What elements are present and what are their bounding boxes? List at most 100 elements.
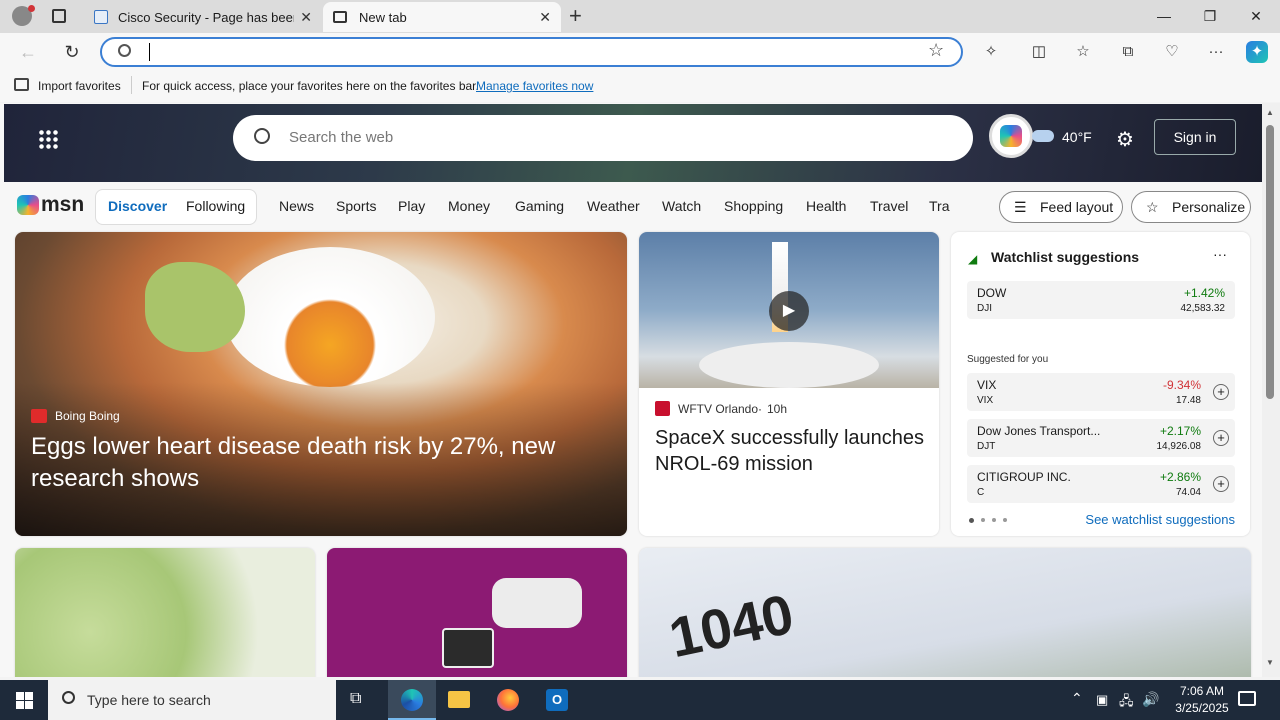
- tax-story-card[interactable]: 1040: [639, 548, 1251, 677]
- personalize-button[interactable]: ☆ Personalize: [1131, 191, 1251, 223]
- outlook-icon[interactable]: O: [546, 689, 568, 711]
- collections-icon[interactable]: ⧉: [1117, 41, 1139, 63]
- carousel-dot[interactable]: [1003, 518, 1007, 522]
- taskbar-search-box[interactable]: Type here to search: [48, 680, 336, 720]
- carousel-dots[interactable]: [969, 518, 1007, 523]
- nav-traffic[interactable]: Tra: [929, 198, 949, 214]
- close-tab-icon[interactable]: ✕: [539, 9, 551, 26]
- add-to-watchlist-icon[interactable]: +: [1213, 384, 1229, 400]
- address-bar[interactable]: ☆: [100, 37, 963, 67]
- tab-cisco-security[interactable]: Cisco Security - Page has been bl ✕: [84, 2, 322, 32]
- divider: [131, 76, 132, 94]
- carousel-dot[interactable]: [969, 518, 974, 523]
- nav-money[interactable]: Money: [448, 198, 490, 214]
- top-story-card[interactable]: Boing Boing Eggs lower heart disease dea…: [15, 232, 627, 536]
- settings-more-icon[interactable]: ···: [1205, 41, 1227, 63]
- page-scrollbar[interactable]: ▲ ▼: [1262, 103, 1280, 677]
- see-watchlist-suggestions-link[interactable]: See watchlist suggestions: [1085, 512, 1235, 527]
- nav-news[interactable]: News: [279, 198, 314, 214]
- tab-title: New tab: [359, 9, 407, 25]
- tab-new-tab[interactable]: New tab ✕: [323, 2, 561, 32]
- story-card-spacex[interactable]: ▶ WFTV Orlando · 10h SpaceX successfully…: [639, 232, 939, 536]
- search-input[interactable]: Search the web: [289, 129, 393, 146]
- clock-date[interactable]: 3/25/2025: [1166, 701, 1238, 715]
- notifications-icon[interactable]: [1238, 691, 1256, 706]
- watchlist-row-citigroup[interactable]: CITIGROUP INC. C +2.86% 74.04 +: [967, 465, 1235, 503]
- favorite-star-icon[interactable]: ☆: [928, 40, 944, 61]
- settings-gear-icon[interactable]: ⚙: [1116, 127, 1134, 152]
- hero-banner: Search the web 40°F ⚙ Sign in: [4, 104, 1262, 182]
- story-headline[interactable]: SpaceX successfully launches NROL-69 mis…: [655, 425, 930, 477]
- copilot-avatar-icon[interactable]: [989, 114, 1033, 158]
- stock-name: DOW: [977, 286, 1007, 300]
- browser-essentials-icon[interactable]: ♡: [1161, 41, 1183, 63]
- copilot-icon[interactable]: ✦: [1246, 41, 1268, 63]
- restore-button[interactable]: ❐: [1188, 4, 1232, 28]
- watchlist-row-dow[interactable]: DOW DJI +1.42% 42,583.32: [967, 281, 1235, 319]
- back-button[interactable]: ←: [17, 41, 39, 63]
- nav-shopping[interactable]: Shopping: [724, 198, 783, 214]
- refresh-button[interactable]: ↻: [61, 41, 83, 63]
- favorites-hint: For quick access, place your favorites h…: [142, 79, 479, 93]
- close-tab-icon[interactable]: ✕: [300, 9, 312, 26]
- nav-play[interactable]: Play: [398, 198, 425, 214]
- manage-favorites-link[interactable]: Manage favorites now: [476, 79, 593, 93]
- nav-weather[interactable]: Weather: [587, 198, 640, 214]
- favorites-icon[interactable]: ☆: [1072, 41, 1094, 63]
- nav-health[interactable]: Health: [806, 198, 846, 214]
- tab-discover[interactable]: Discover: [108, 198, 167, 214]
- feed-layout-button[interactable]: ☰ Feed layout: [999, 191, 1123, 223]
- clock-time[interactable]: 7:06 AM: [1172, 684, 1232, 698]
- firefox-icon[interactable]: [497, 689, 519, 711]
- play-button-icon[interactable]: ▶: [769, 291, 809, 331]
- boing-boing-logo-icon: [31, 409, 47, 423]
- add-to-watchlist-icon[interactable]: +: [1213, 476, 1229, 492]
- volume-icon[interactable]: 🔊: [1142, 691, 1159, 708]
- watchlist-title[interactable]: Watchlist suggestions: [991, 249, 1139, 265]
- story-age: 10h: [767, 402, 788, 416]
- carousel-dot[interactable]: [981, 518, 985, 522]
- tab-actions-icon[interactable]: [52, 9, 66, 23]
- split-screen-icon[interactable]: ◫: [1028, 41, 1050, 63]
- device-icon[interactable]: ▣: [1096, 692, 1108, 708]
- extensions-icon[interactable]: ✧: [980, 41, 1002, 63]
- add-to-watchlist-icon[interactable]: +: [1213, 430, 1229, 446]
- watchlist-row-vix[interactable]: VIX VIX -9.34% 17.48 +: [967, 373, 1235, 411]
- scroll-up-icon[interactable]: ▲: [1266, 108, 1274, 117]
- stock-price: 74.04: [1175, 487, 1201, 498]
- carousel-dot[interactable]: [992, 518, 996, 522]
- nav-watch[interactable]: Watch: [662, 198, 701, 214]
- close-window-button[interactable]: ✕: [1234, 4, 1278, 28]
- scroll-thumb[interactable]: [1266, 125, 1274, 399]
- new-tab-button[interactable]: +: [569, 3, 582, 29]
- drone-deal-card[interactable]: [327, 548, 627, 677]
- drone-image: [492, 578, 582, 628]
- apps-grid-icon[interactable]: [38, 129, 58, 149]
- nav-gaming[interactable]: Gaming: [515, 198, 564, 214]
- watchlist-row-djt[interactable]: Dow Jones Transport... DJT +2.17% 14,926…: [967, 419, 1235, 457]
- weather-temperature[interactable]: 40°F: [1062, 129, 1092, 145]
- windows-start-icon[interactable]: [16, 692, 33, 709]
- network-icon[interactable]: 🖧: [1119, 692, 1134, 714]
- avocado-illustration: [145, 262, 245, 352]
- more-options-icon[interactable]: ···: [1213, 246, 1227, 262]
- text-cursor: [149, 43, 150, 61]
- file-explorer-icon[interactable]: [448, 691, 470, 708]
- taskbar-search-input[interactable]: Type here to search: [87, 692, 211, 708]
- task-view-icon[interactable]: ⧉: [350, 690, 361, 708]
- edge-taskbar-icon[interactable]: [388, 680, 436, 720]
- import-favorites-button[interactable]: Import favorites: [38, 79, 121, 93]
- story-headline[interactable]: Eggs lower heart disease death risk by 2…: [31, 431, 591, 495]
- web-search-box[interactable]: Search the web: [233, 115, 973, 161]
- scroll-down-icon[interactable]: ▼: [1266, 658, 1274, 667]
- nav-travel[interactable]: Travel: [870, 198, 908, 214]
- sign-in-button[interactable]: Sign in: [1154, 119, 1236, 155]
- minimize-button[interactable]: —: [1142, 4, 1186, 28]
- msn-nav-bar: msn Discover Following News Sports Play …: [0, 183, 1262, 231]
- cabbage-story-card[interactable]: [15, 548, 315, 677]
- tab-following[interactable]: Following: [186, 198, 245, 214]
- show-hidden-icons[interactable]: ⌃: [1071, 690, 1083, 707]
- msn-logo[interactable]: msn: [17, 193, 84, 217]
- camera-image: [442, 628, 494, 668]
- nav-sports[interactable]: Sports: [336, 198, 376, 214]
